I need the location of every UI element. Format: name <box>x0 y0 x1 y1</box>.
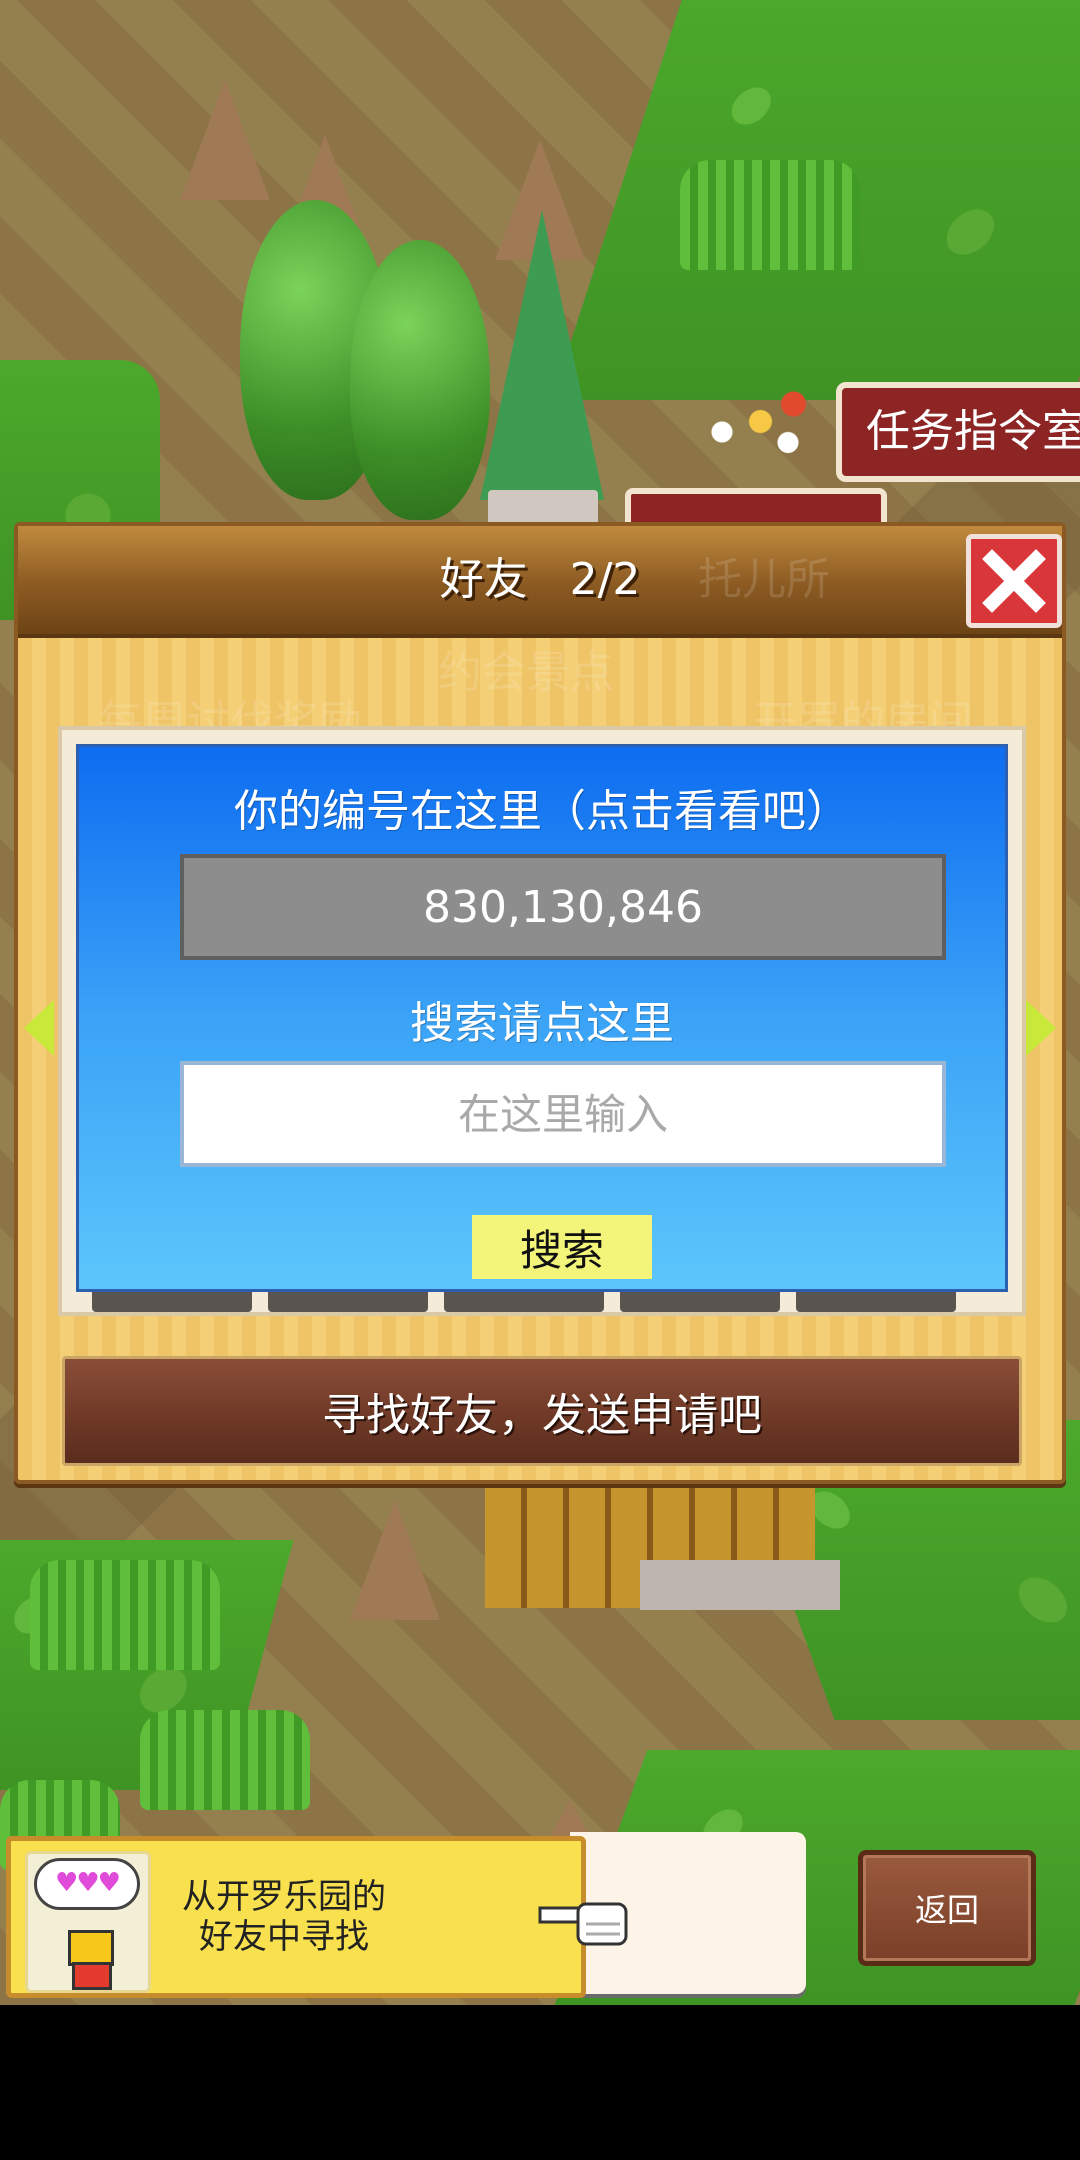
tower-spire <box>480 210 604 500</box>
friend-id-panel: 你的编号在这里（点击看看吧） 830,130,846 搜索请点这里 搜索 <box>76 744 1008 1292</box>
tab[interactable] <box>268 1292 428 1312</box>
bush <box>680 160 860 270</box>
dialog-title: 好友 2/2 <box>18 526 1062 634</box>
back-button[interactable]: 返回 <box>858 1850 1036 1966</box>
player-id-display[interactable]: 830,130,846 <box>180 854 946 960</box>
dialog-title-text: 好友 <box>439 554 528 605</box>
bush <box>140 1710 310 1810</box>
page-indicator: 2/2 <box>569 554 641 605</box>
avatar: ♥♥♥ <box>25 1851 151 1993</box>
robot-icon <box>68 1930 114 1966</box>
rock <box>350 1500 440 1620</box>
building-foundation <box>640 1560 840 1610</box>
arrow-left-icon[interactable] <box>24 1000 54 1056</box>
building-tag-mission-room[interactable]: 任务指令室 <box>836 382 1080 482</box>
tip-text: 从开罗乐园的 好友中寻找 <box>159 1841 409 1993</box>
arrow-right-icon[interactable] <box>1026 1000 1056 1056</box>
flower-patch <box>700 390 810 460</box>
friend-search-input[interactable] <box>180 1061 946 1167</box>
tab[interactable] <box>796 1292 956 1312</box>
search-label: 搜索请点这里 <box>410 998 674 1049</box>
tab-strip <box>54 1292 994 1318</box>
id-label: 你的编号在这里（点击看看吧） <box>234 786 850 837</box>
tree <box>350 240 490 520</box>
tab[interactable] <box>444 1292 604 1312</box>
tab[interactable] <box>620 1292 780 1312</box>
heart-bubble: ♥♥♥ <box>34 1858 140 1910</box>
close-icon <box>982 549 1046 613</box>
tip-line-1: 从开罗乐园的 <box>182 1877 386 1917</box>
tab[interactable] <box>92 1292 252 1312</box>
robot-body <box>72 1962 112 1990</box>
player-id-value: 830,130,846 <box>423 881 703 933</box>
tip-line-2: 好友中寻找 <box>199 1917 369 1957</box>
ghost-label: 约会景点 <box>438 647 614 698</box>
bush <box>30 1560 220 1670</box>
tip-banner: ♥♥♥ 从开罗乐园的 好友中寻找 <box>6 1836 586 1998</box>
find-friends-button[interactable]: 寻找好友，发送申请吧 <box>62 1356 1022 1466</box>
rock <box>180 80 270 200</box>
search-button[interactable]: 搜索 <box>472 1215 652 1279</box>
pointing-hand-icon <box>538 1902 628 1946</box>
content-frame: 你的编号在这里（点击看看吧） 830,130,846 搜索请点这里 搜索 <box>58 726 1026 1316</box>
close-button[interactable] <box>966 534 1062 628</box>
friends-dialog: 托儿所 约会景点 每周讨伐奖励 开罗的房间 好友 2/2 你的编号在这里（点击看… <box>14 522 1066 1484</box>
